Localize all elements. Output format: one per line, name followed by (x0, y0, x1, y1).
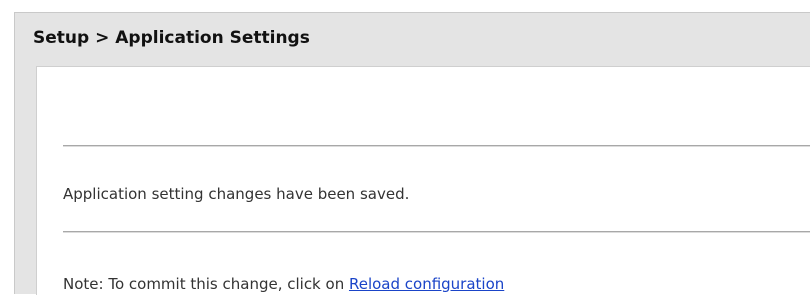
panel-content: Application setting changes have been sa… (36, 66, 810, 295)
saved-status-message: Application setting changes have been sa… (63, 185, 410, 203)
commit-note-text: Note: To commit this change, click on (63, 275, 349, 293)
reload-configuration-link[interactable]: Reload configuration (349, 275, 504, 293)
settings-panel: Setup > Application Settings Application… (14, 12, 810, 295)
panel-title: Setup > Application Settings (33, 28, 310, 48)
commit-note: Note: To commit this change, click on Re… (63, 275, 504, 293)
divider-bottom (63, 231, 810, 233)
divider-top (63, 145, 810, 147)
